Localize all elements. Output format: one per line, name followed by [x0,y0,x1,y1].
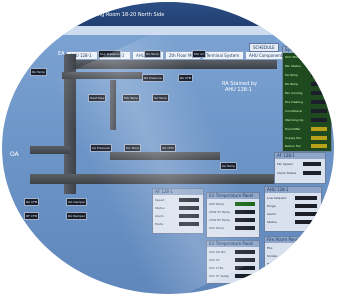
fire-alarm-panel: Fire Alarm Panel Fire Smoke Trouble [264,236,320,272]
schedule-button[interactable]: SCHEDULE [249,43,279,52]
screen: ng Room 18-20 North Side ⚙ ✕ AHU 128-1 A… [0,0,337,295]
tab-terminal-system[interactable]: Terminal System [202,51,244,60]
sensor-chip[interactable]: RF CFM [24,212,40,220]
sensor-chip[interactable]: OA Damper [66,198,88,206]
sensor-chip[interactable]: Mix Air [192,50,207,58]
window-title: ng Room 18-20 North Side [98,12,165,18]
panel-header: System Sel [283,47,331,53]
sensor-chip[interactable]: RA Temp [30,68,47,76]
oa-label: OA [10,151,19,158]
title-bar: ng Room 18-20 North Side ⚙ ✕ [2,2,334,28]
panel-header: Fire Alarm Panel [265,237,319,243]
ahu-setpoint-panel: AHU 128-1 Low Setpoint Purge Alarm Statu… [264,186,322,232]
fisheye-display: ng Room 18-20 North Side ⚙ ✕ AHU 128-1 A… [2,2,334,294]
outside-air-duct [30,146,70,154]
tab-strip: AHU 128-1 AHU 128-2 AHU 128-3 2th Floor … [62,26,334,60]
ahu-fan-panel: AF 128-1 Fan Speed Alarm Status [274,152,326,184]
system-status-panel: System Sel OCC Mode Fan Status SA Temp R… [282,46,332,152]
panel-header: AF 128-1 [275,153,325,159]
close-icon[interactable]: ✕ [280,14,284,19]
ea-label: EA [58,51,65,57]
sensor-chip[interactable]: RA Damper [66,212,88,220]
gear-icon[interactable]: ⚙ [270,14,274,19]
served-by-line2: AHU 128-1 [225,87,252,93]
sensor-chip[interactable]: RA CFM [24,198,40,206]
panel-header: AHU 128-1 [265,187,321,193]
